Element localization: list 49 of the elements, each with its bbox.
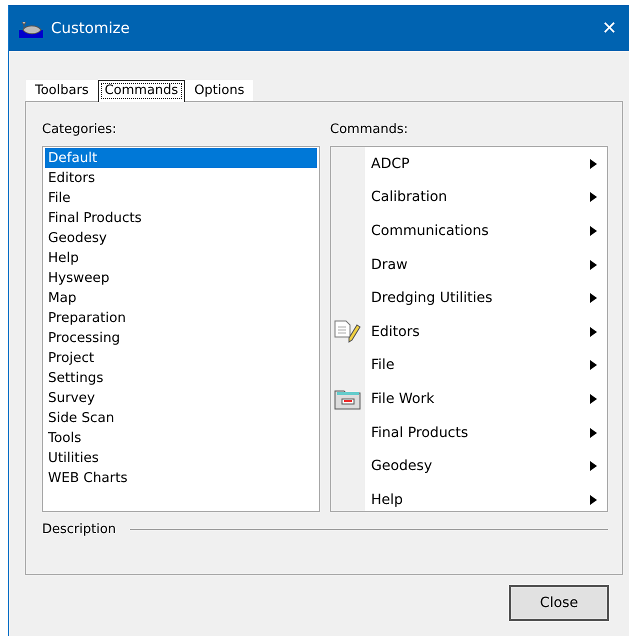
command-item[interactable]: Calibration [365, 189, 590, 206]
command-item[interactable]: File [365, 357, 590, 374]
submenu-arrow-icon [590, 326, 597, 337]
category-item[interactable]: Utilities [45, 448, 317, 468]
submenu-arrow-icon [590, 293, 597, 304]
close-button[interactable]: ✕ [598, 18, 621, 38]
command-item[interactable]: Editors [365, 324, 590, 340]
command-item[interactable]: Communications [365, 222, 590, 239]
command-item[interactable]: Final Products [365, 424, 590, 441]
command-item[interactable]: Draw [365, 256, 590, 273]
description-label: Description [42, 522, 116, 537]
tab[interactable]: Options [185, 80, 254, 101]
submenu-arrow-icon [590, 226, 597, 236]
category-item[interactable]: Help [45, 248, 317, 268]
category-item[interactable]: File [45, 188, 317, 208]
category-item[interactable]: Survey [45, 388, 317, 408]
command-item[interactable]: Help [365, 492, 590, 508]
submenu-arrow-icon [590, 360, 597, 370]
category-item[interactable]: Tools [45, 428, 317, 448]
category-item[interactable]: Hysweep [45, 268, 317, 288]
command-item[interactable]: Geodesy [365, 458, 590, 474]
category-item[interactable]: Editors [45, 168, 317, 188]
submenu-arrow-icon [590, 394, 597, 404]
category-item[interactable]: Final Products [45, 208, 317, 228]
category-item[interactable]: Default [45, 148, 317, 168]
tab[interactable]: Commands [98, 80, 186, 102]
category-item[interactable]: Project [45, 348, 317, 368]
submenu-arrow-icon [590, 158, 597, 169]
command-item[interactable]: File Work [365, 390, 590, 407]
submenu-arrow-icon [590, 494, 597, 505]
category-item[interactable]: Preparation [45, 308, 317, 328]
category-item[interactable]: Settings [45, 368, 317, 388]
submenu-arrow-icon [590, 192, 597, 202]
category-item[interactable]: Processing [45, 328, 317, 348]
submenu-arrow-icon [590, 428, 597, 438]
category-item[interactable]: WEB Charts [45, 468, 317, 488]
command-item[interactable]: Dredging Utilities [365, 290, 590, 306]
window-title: Customize [51, 19, 131, 37]
category-item[interactable]: Side Scan [45, 408, 317, 428]
submenu-arrow-icon [590, 461, 597, 472]
commands-label: Commands: [330, 122, 409, 137]
document-pencil-icon [333, 318, 363, 345]
submenu-arrow-icon [590, 260, 597, 270]
categories-label: Categories: [42, 122, 118, 137]
close-dialog-button[interactable]: Close [509, 585, 609, 621]
command-item[interactable]: ADCP [365, 156, 590, 172]
tab[interactable]: Toolbars [26, 80, 98, 101]
category-item[interactable]: Map [45, 288, 317, 308]
category-item[interactable]: Geodesy [45, 228, 317, 248]
